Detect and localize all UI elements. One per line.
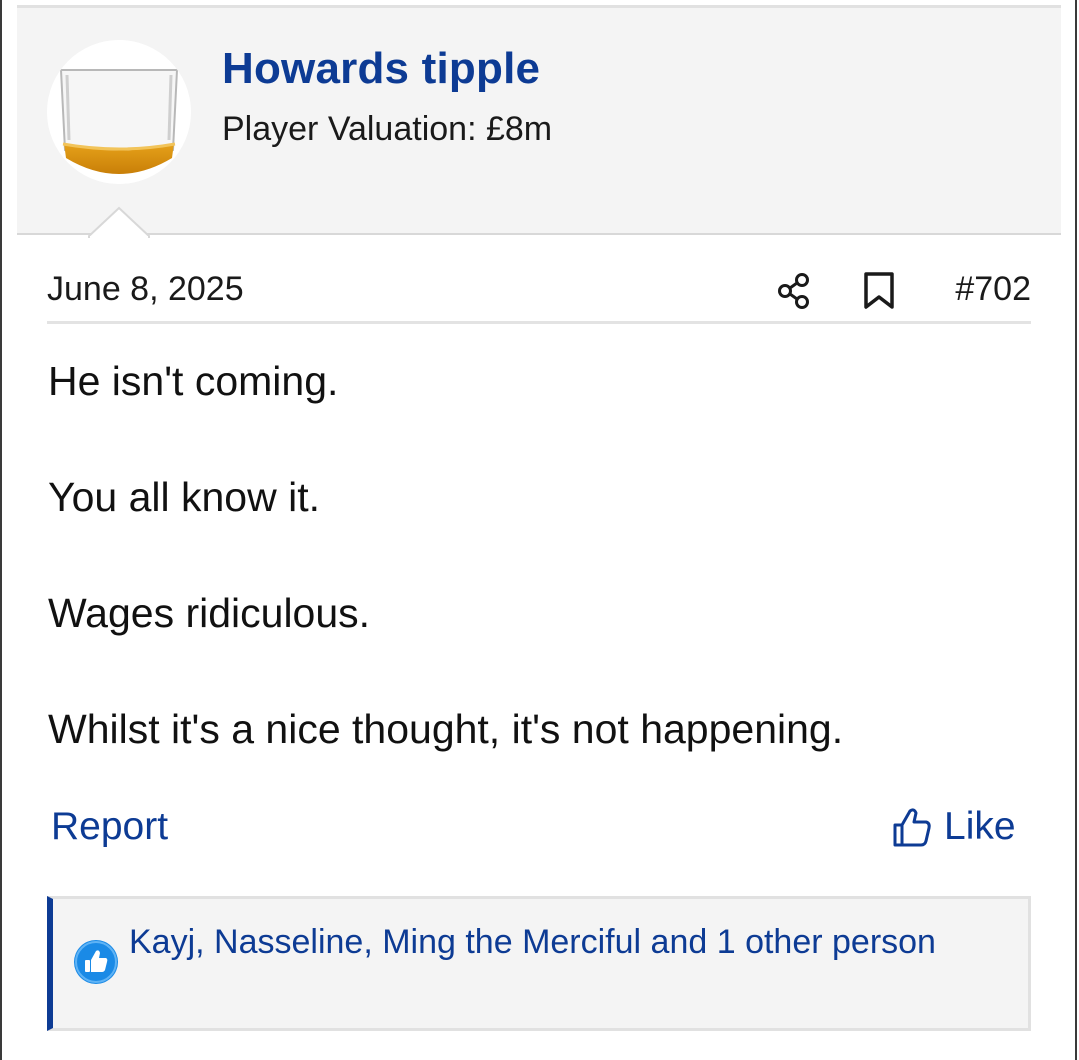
user-title: Player Valuation: £8m (222, 110, 553, 148)
post-date[interactable]: June 8, 2025 (47, 270, 244, 309)
post-number-link[interactable]: #702 (955, 270, 1031, 309)
reaction-users-link[interactable]: Kayj, Nasseline, Ming the Merciful and 1… (129, 919, 949, 965)
post-body: He isn't coming. You all know it. Wages … (48, 358, 1038, 822)
user-header: Howards tipple Player Valuation: £8m (17, 5, 1061, 235)
username-link[interactable]: Howards tipple (222, 44, 540, 94)
share-icon[interactable] (775, 270, 815, 310)
user-avatar[interactable] (47, 40, 191, 184)
report-button[interactable]: Report (51, 805, 168, 849)
like-button[interactable]: Like (892, 805, 1016, 849)
post-meta-bar: June 8, 2025 #702 (47, 262, 1031, 324)
post-paragraph: You all know it. (48, 474, 320, 520)
reactions-bar: Kayj, Nasseline, Ming the Merciful and 1… (47, 896, 1031, 1031)
post-paragraph: Whilst it's a nice thought, it's not hap… (48, 706, 844, 752)
post-paragraph: He isn't coming. (48, 358, 339, 404)
header-arrow-notch (88, 206, 150, 239)
like-label: Like (944, 805, 1016, 848)
whisky-glass-avatar-icon (47, 40, 191, 184)
like-reaction-icon (74, 940, 118, 984)
post-paragraph: Wages ridiculous. (48, 590, 371, 636)
thumbs-up-icon (893, 808, 931, 847)
bookmark-icon[interactable] (859, 270, 899, 310)
